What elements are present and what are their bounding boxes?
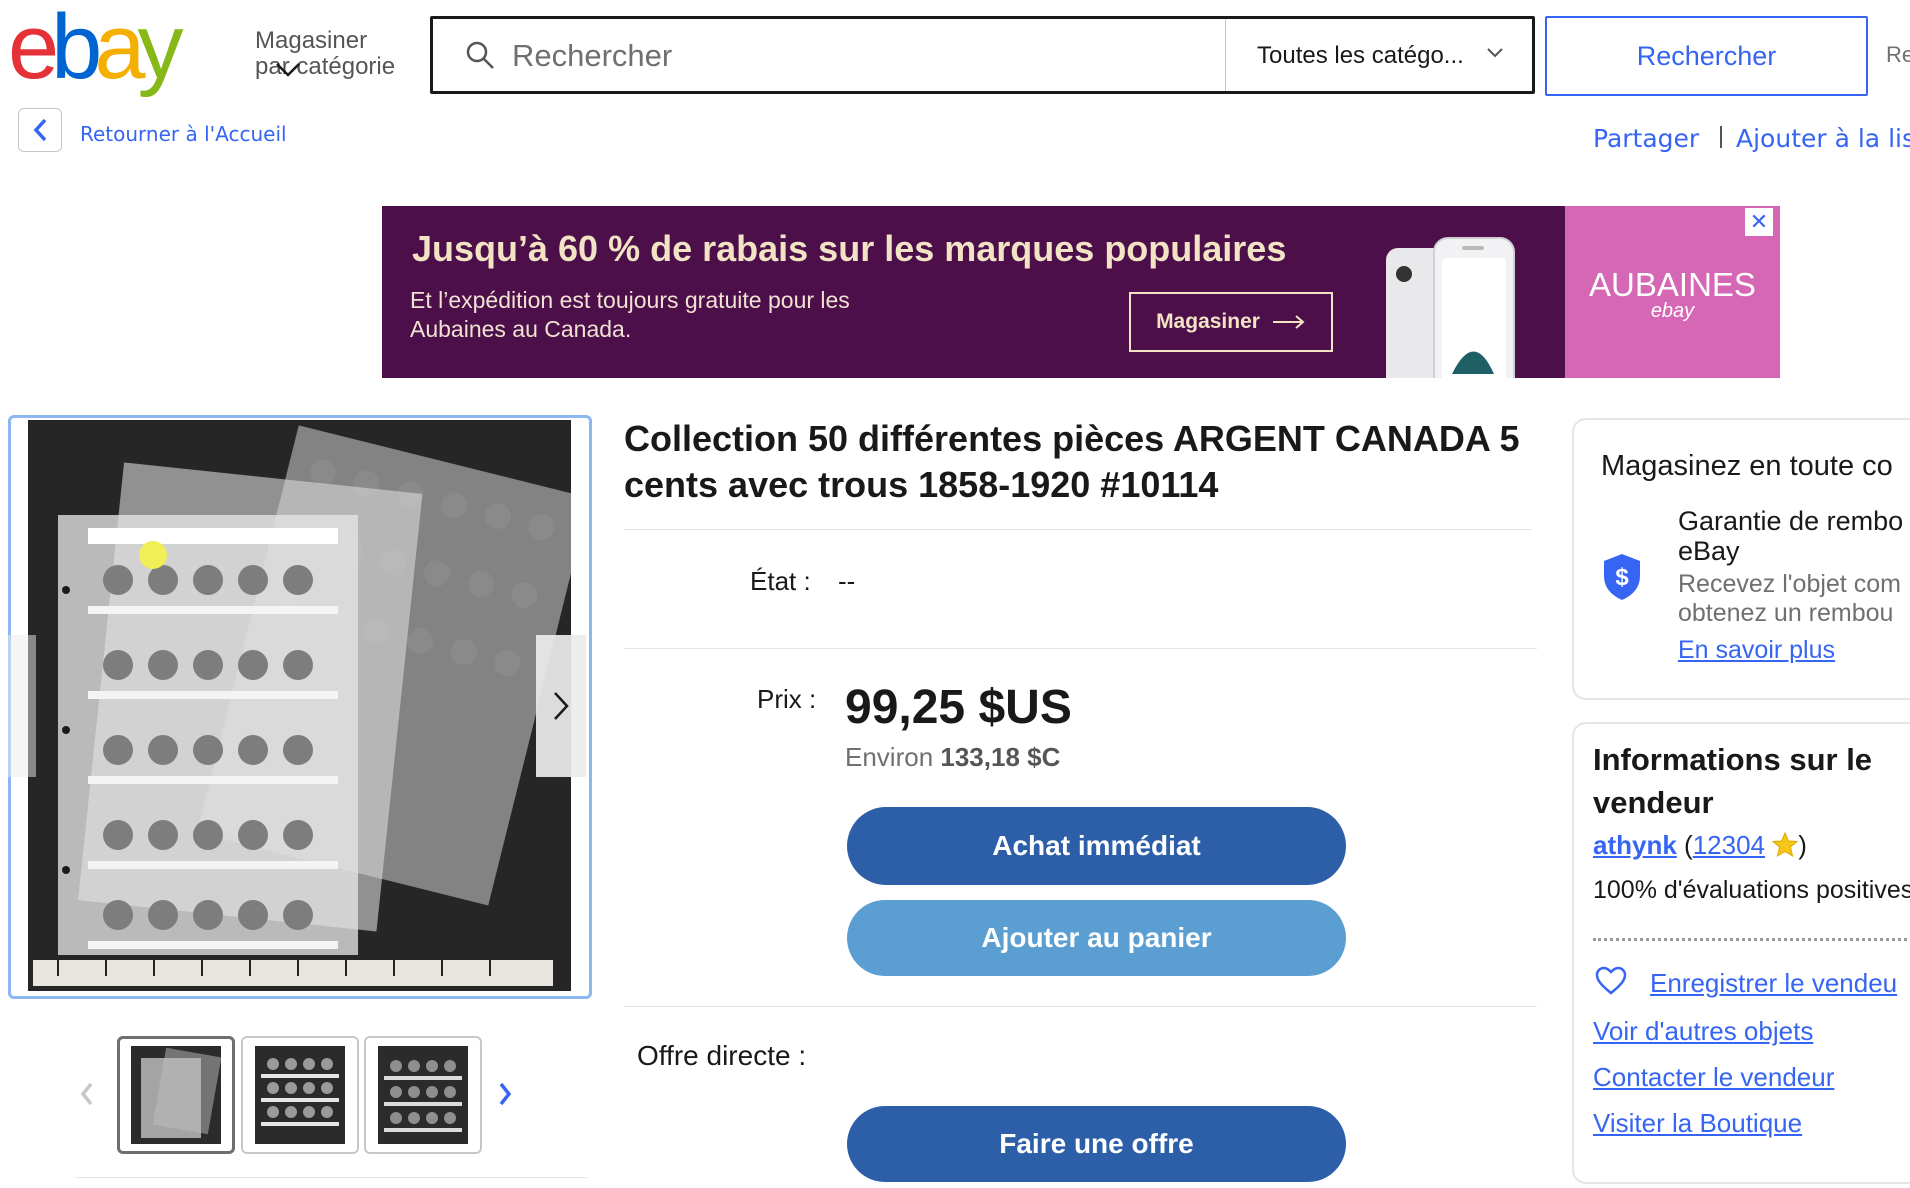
approx-value: 133,18 $C [940, 742, 1061, 772]
svg-text:$: $ [1615, 564, 1629, 591]
contact-seller-link[interactable]: Contacter le vendeur [1593, 1062, 1834, 1093]
header-cut-link[interactable]: Re [1886, 42, 1910, 68]
thumbnail-1[interactable] [117, 1036, 235, 1154]
price-label: Prix : [757, 684, 817, 714]
approx-price: Environ 133,18 $C [845, 742, 1060, 773]
guarantee-desc-line2: obtenez un rembou [1678, 599, 1894, 627]
next-image-button[interactable] [536, 635, 586, 777]
shop-by-category-button[interactable]: Magasiner par catégorie [255, 28, 395, 80]
learn-more-link[interactable]: En savoir plus [1678, 636, 1835, 665]
seller-panel-title: Informations sur le vendeur [1593, 742, 1873, 820]
logo-letter-e: e [8, 6, 56, 98]
thumbnail-3[interactable] [364, 1036, 482, 1154]
approx-label: Environ [845, 742, 934, 772]
chevron-right-icon [554, 692, 569, 720]
svg-text:ebay: ebay [8, 6, 184, 98]
save-seller-link[interactable]: Enregistrer le vendeu [1650, 968, 1897, 999]
category-select[interactable]: Toutes les catégo... [1257, 42, 1464, 70]
chevron-down-icon [276, 63, 300, 77]
logo-letter-b: b [51, 6, 99, 98]
promo-banner[interactable]: Jusqu’à 60 % de rabais sur les marques p… [382, 206, 1780, 378]
close-banner-button[interactable]: ✕ [1745, 208, 1773, 236]
best-offer-label: Offre directe : [637, 1040, 807, 1071]
divider [75, 1177, 587, 1178]
thumbnail-2[interactable] [241, 1036, 359, 1154]
logo-letter-y: y [138, 6, 184, 98]
guarantee-heading: Garantie de rembo eBay [1678, 506, 1903, 566]
heart-icon[interactable] [1595, 966, 1627, 996]
ebay-logo[interactable]: ebay [8, 0, 238, 102]
share-link[interactable]: Partager [1593, 124, 1699, 153]
main-image-frame [8, 415, 592, 999]
guarantee-description: Recevez l'objet com obtenez un rembou [1678, 570, 1901, 628]
paren-close: ) [1798, 830, 1807, 860]
divider [624, 529, 1532, 530]
item-title: Collection 50 différentes pièces ARGENT … [624, 418, 1520, 505]
thumbnail-1-image [131, 1046, 221, 1144]
condition-label: État : [750, 566, 811, 596]
positive-feedback-text: 100% d'évaluations positives [1593, 876, 1910, 904]
divider [1720, 126, 1722, 148]
arrow-right-icon [1272, 315, 1305, 329]
paren-open: ( [1684, 830, 1693, 860]
search-divider [1225, 19, 1226, 91]
search-icon [466, 41, 494, 69]
star-icon [1772, 832, 1799, 858]
back-button[interactable] [18, 108, 62, 152]
condition-value: -- [838, 566, 856, 596]
feedback-score-link[interactable]: 12304 [1693, 830, 1765, 860]
search-input[interactable]: Rechercher [512, 38, 672, 74]
aubaines-ebay-label: ebay [1650, 300, 1695, 322]
item-price: 99,25 $US [845, 681, 1072, 734]
guarantee-heading-line1: Garantie de rembo [1678, 506, 1904, 536]
guarantee-heading-line2: eBay [1678, 536, 1740, 566]
add-to-cart-button[interactable]: Ajouter au panier [847, 900, 1346, 976]
guarantee-desc-line1: Recevez l'objet com [1678, 570, 1901, 598]
buy-now-button[interactable]: Achat immédiat [847, 807, 1346, 885]
thumbnail-prev-icon[interactable] [80, 1082, 94, 1106]
guarantee-panel-title: Magasinez en toute co [1601, 450, 1893, 482]
seller-line: athynk (12304 ) [1593, 830, 1807, 861]
chevron-down-icon [1487, 48, 1503, 58]
banner-subtitle: Et l’expédition est toujours gratuite po… [410, 287, 850, 342]
see-other-items-link[interactable]: Voir d'autres objets [1593, 1016, 1813, 1047]
seller-username-link[interactable]: athynk [1593, 830, 1677, 860]
previous-image-button[interactable] [8, 635, 36, 777]
make-offer-button[interactable]: Faire une offre [847, 1106, 1346, 1182]
search-button[interactable]: Rechercher [1545, 16, 1868, 96]
thumbnail-next-icon[interactable] [498, 1082, 512, 1106]
banner-shop-button[interactable]: Magasiner [1129, 292, 1333, 352]
thumbnail-2-image [255, 1046, 345, 1144]
back-to-home-link[interactable]: Retourner à l'Accueil [80, 122, 287, 146]
banner-shop-label: Magasiner [1156, 310, 1260, 333]
thumbnail-3-image [378, 1046, 468, 1144]
shield-dollar-icon: $ [1604, 554, 1640, 600]
close-icon: ✕ [1749, 209, 1769, 234]
phone-image [1386, 237, 1515, 378]
divider [624, 1006, 1537, 1007]
visit-store-link[interactable]: Visiter la Boutique [1593, 1108, 1802, 1139]
aubaines-label: AUBAINES [1589, 266, 1756, 303]
dotted-divider [1593, 938, 1910, 941]
banner-title: Jusqu’à 60 % de rabais sur les marques p… [412, 228, 1287, 269]
divider [624, 648, 1537, 649]
chevron-left-icon [33, 118, 47, 142]
add-to-list-link[interactable]: Ajouter à la lis [1736, 124, 1910, 153]
shop-by-category-line1: Magasiner [255, 27, 368, 54]
